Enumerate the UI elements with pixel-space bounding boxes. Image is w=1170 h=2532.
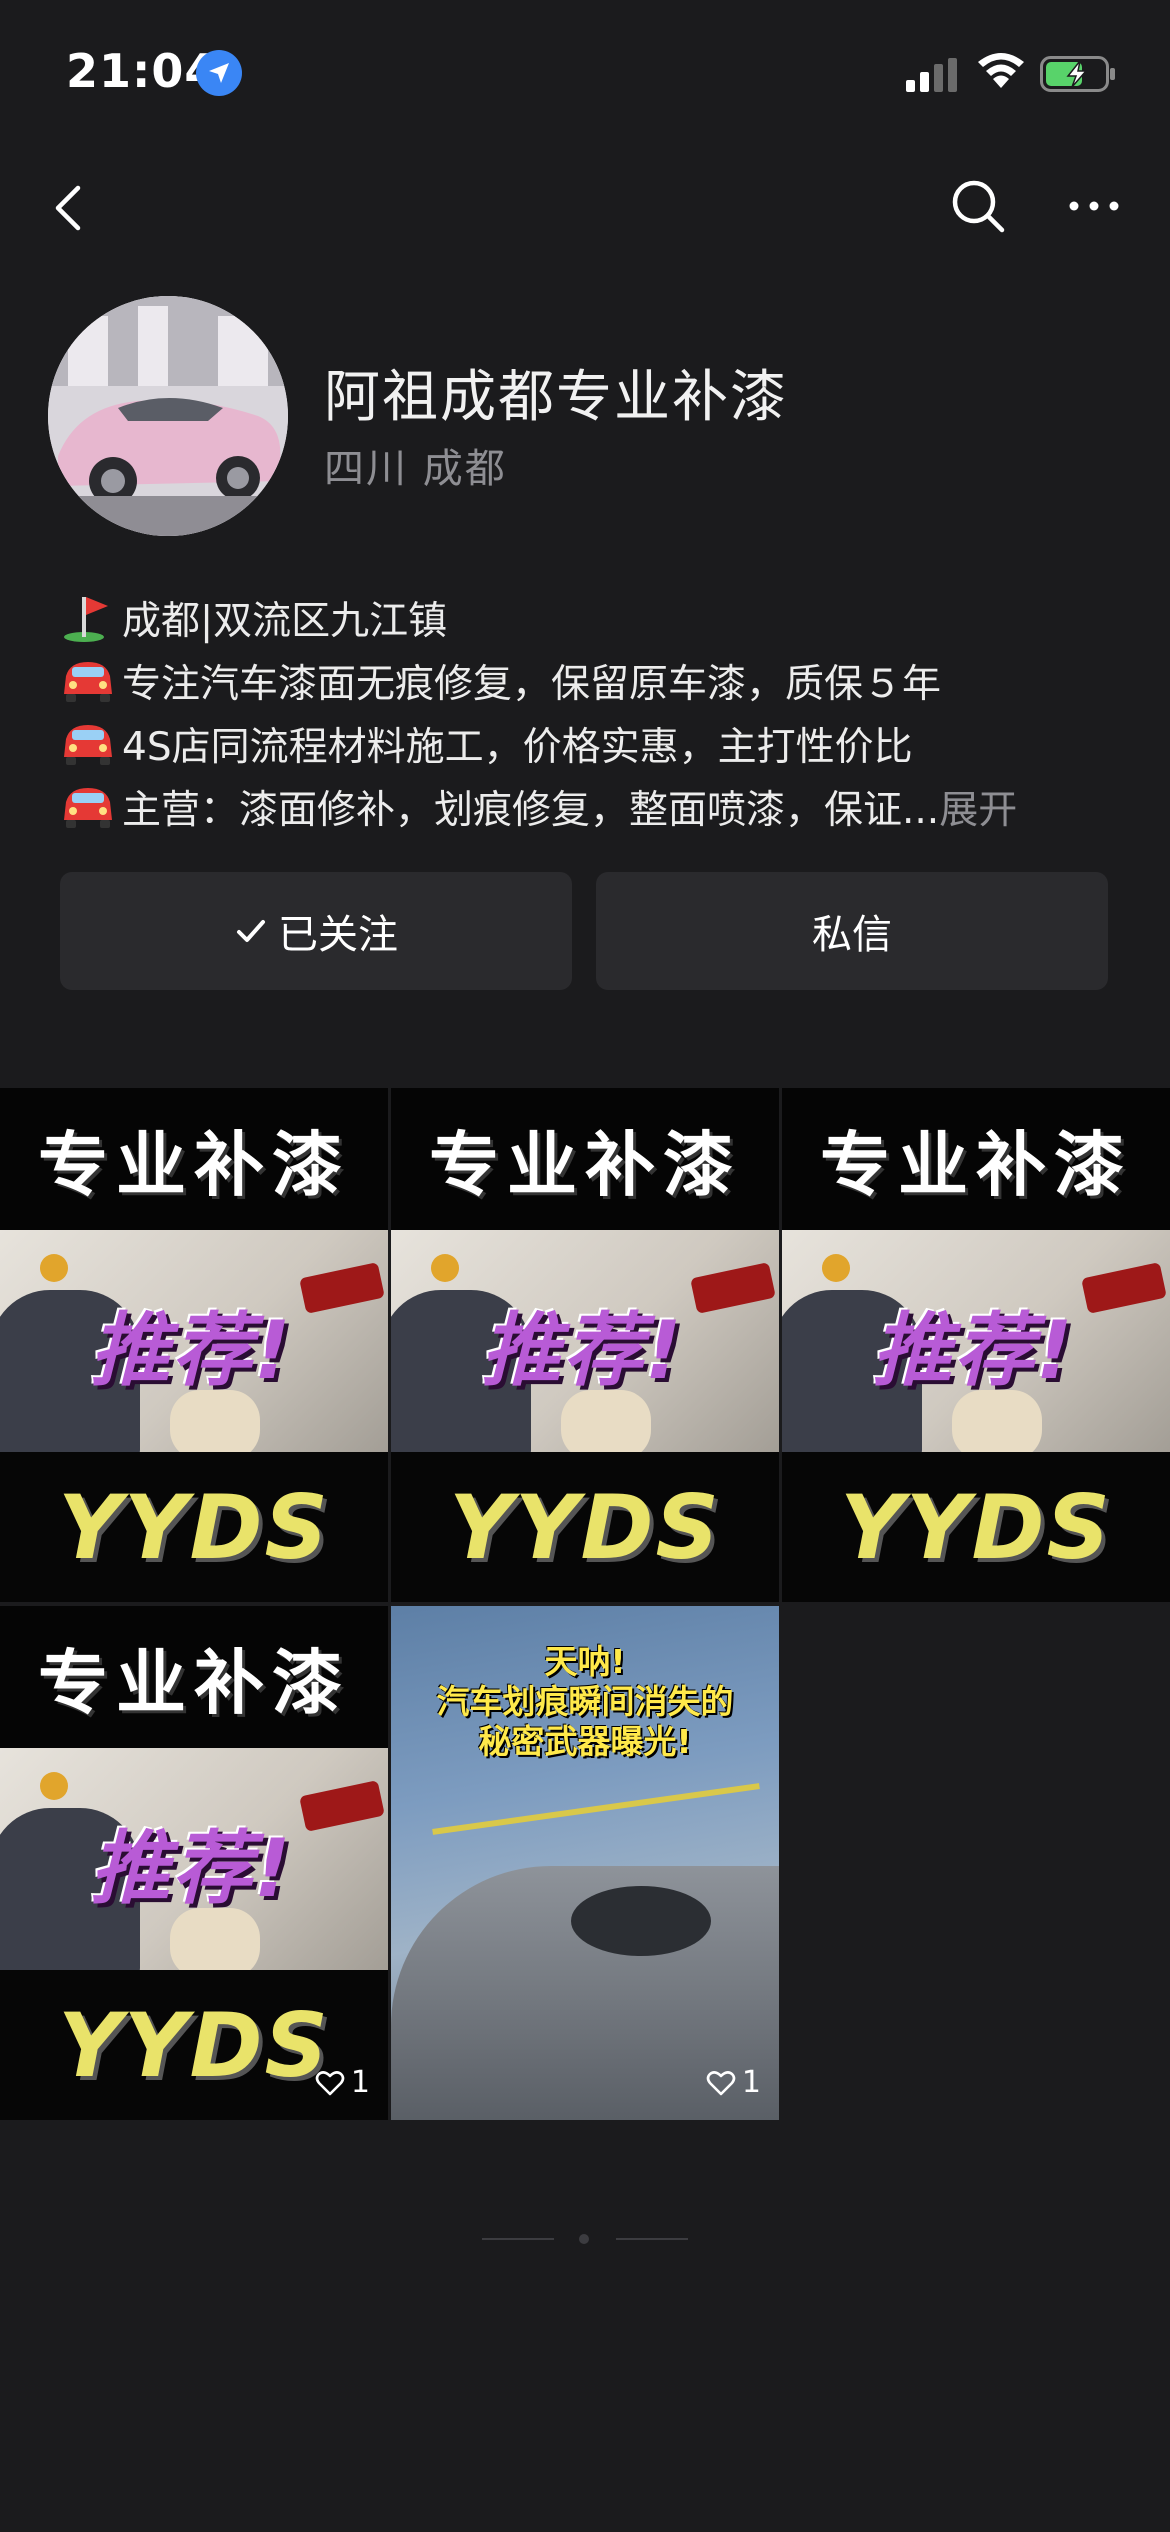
- thumbnail-caption-line: 秘密武器曝光!: [478, 1722, 692, 1761]
- bio-line-text: 成都|双流区九江镇: [122, 598, 448, 644]
- bio-line: 4S店同流程材料施工，价格实惠，主打性价比: [60, 712, 1120, 775]
- status-bar: 21:04: [0, 0, 1170, 150]
- post-thumbnail[interactable]: 专业补漆 推荐! YYDS 1: [0, 1606, 388, 2120]
- car-icon: [64, 787, 112, 828]
- post-thumbnail[interactable]: 天呐! 汽车划痕瞬间消失的 秘密武器曝光! 1: [391, 1606, 779, 2120]
- thumbnail-overlay-text: 推荐!: [481, 1304, 684, 1397]
- thumbnail-title: 专业补漆: [820, 1123, 1132, 1206]
- thumbnail-caption-line: 汽车划痕瞬间消失的: [436, 1682, 734, 1721]
- like-count: 1: [315, 2065, 370, 2100]
- heart-icon: [706, 2070, 736, 2095]
- following-button-label: 已关注: [278, 912, 398, 958]
- like-count: 1: [706, 2065, 761, 2100]
- car-icon: [64, 724, 112, 765]
- thumbnail-bottom-text: YYDS: [58, 1993, 330, 2097]
- thumbnail-overlay-text: 推荐!: [90, 1304, 293, 1397]
- heart-icon: [315, 2070, 345, 2095]
- bio-line: 主营：漆面修补，划痕修复，整面喷漆，保证... 展开: [60, 775, 1120, 838]
- cellular-signal-icon: [906, 58, 957, 92]
- thumbnail-overlay-text: 推荐!: [872, 1304, 1075, 1397]
- profile-name: 阿祖成都专业补漆: [324, 365, 788, 430]
- bio-line-text: 4S店同流程材料施工，价格实惠，主打性价比: [122, 724, 913, 770]
- thumbnail-overlay-text: 推荐!: [90, 1822, 293, 1915]
- thumbnail-bottom-text: YYDS: [840, 1475, 1112, 1579]
- more-icon[interactable]: [1064, 176, 1124, 236]
- message-button[interactable]: 私信: [596, 872, 1108, 990]
- thumbnail-title: 专业补漆: [38, 1641, 350, 1724]
- thumbnail-title: 专业补漆: [38, 1123, 350, 1206]
- post-thumbnail[interactable]: 专业补漆 推荐! YYDS: [782, 1088, 1170, 1602]
- bio-line-text: 专注汽车漆面无痕修复，保留原车漆，质保５年: [122, 661, 942, 707]
- back-icon[interactable]: [40, 178, 100, 238]
- thumbnail-caption-line: 天呐!: [544, 1642, 626, 1681]
- thumbnail-title: 专业补漆: [429, 1123, 741, 1206]
- message-button-label: 私信: [812, 912, 892, 958]
- post-thumbnail[interactable]: 专业补漆 推荐! YYDS: [0, 1088, 388, 1602]
- status-time: 21:04: [66, 44, 218, 98]
- like-count-value: 1: [741, 2065, 761, 2100]
- car-icon: [64, 661, 112, 702]
- thumbnail-bottom-text: YYDS: [58, 1475, 330, 1579]
- expand-link[interactable]: 展开: [939, 779, 1017, 835]
- battery-icon: [1040, 56, 1115, 92]
- post-thumbnail[interactable]: 专业补漆 推荐! YYDS: [391, 1088, 779, 1602]
- search-icon[interactable]: [948, 176, 1008, 236]
- profile-location: 四川 成都: [324, 446, 507, 492]
- thumbnail-bottom-text: YYDS: [449, 1475, 721, 1579]
- following-button[interactable]: 已关注: [60, 872, 572, 990]
- thumbnail-caption: 天呐! 汽车划痕瞬间消失的 秘密武器曝光!: [391, 1642, 779, 1762]
- profile-bio: 成都|双流区九江镇 专注汽车漆面无痕修复，保留原车漆，质保５年 4S店同流程材料…: [60, 586, 1120, 838]
- like-count-value: 1: [350, 2065, 370, 2100]
- bio-line: 成都|双流区九江镇: [60, 586, 1120, 649]
- bio-line: 专注汽车漆面无痕修复，保留原车漆，质保５年: [60, 649, 1120, 712]
- location-arrow-icon: [196, 50, 242, 96]
- bio-line-text: 主营：漆面修补，划痕修复，整面喷漆，保证...: [122, 787, 940, 833]
- avatar[interactable]: [48, 296, 288, 536]
- checkmark-icon: [237, 920, 265, 942]
- golf-flag-icon: [64, 596, 108, 642]
- end-of-list-indicator: [482, 2234, 688, 2244]
- wifi-icon: [978, 53, 1024, 88]
